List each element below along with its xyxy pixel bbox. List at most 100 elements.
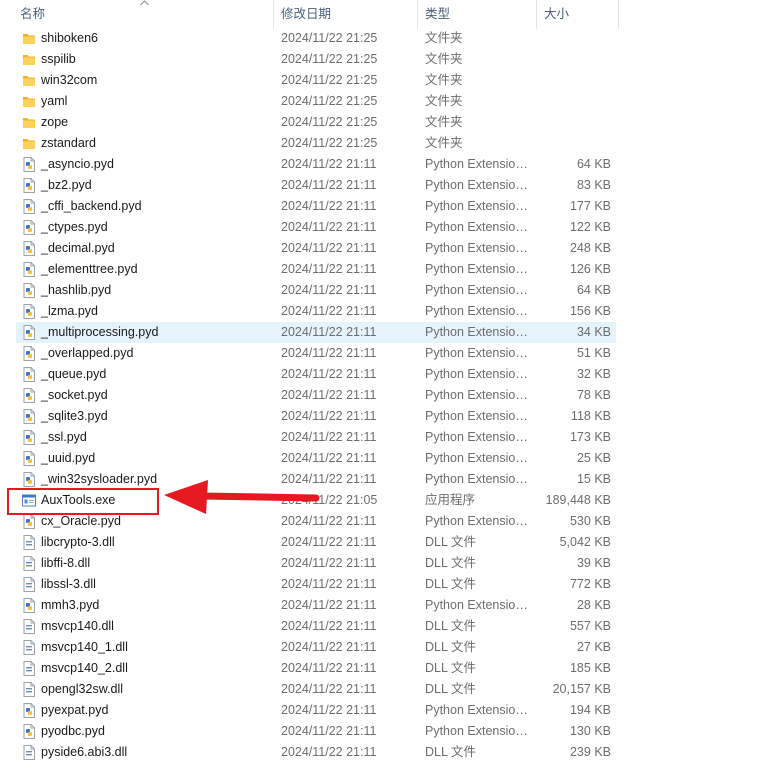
file-name[interactable]: win32com <box>41 70 97 91</box>
file-name[interactable]: pyodbc.pyd <box>41 721 105 742</box>
file-row[interactable]: zstandard 2024/11/22 21:25 文件夹 <box>0 133 762 154</box>
file-type: DLL 文件 <box>425 619 476 633</box>
file-modified-date: 2024/11/22 21:11 <box>281 724 377 738</box>
file-name[interactable]: _elementtree.pyd <box>41 259 138 280</box>
column-divider[interactable] <box>273 0 274 29</box>
file-name[interactable]: msvcp140_1.dll <box>41 637 128 658</box>
file-name[interactable]: pyside6.abi3.dll <box>41 742 127 763</box>
file-name[interactable]: _cffi_backend.pyd <box>41 196 142 217</box>
file-row[interactable]: sspilib 2024/11/22 21:25 文件夹 <box>0 49 762 70</box>
file-row[interactable]: _uuid.pyd 2024/11/22 21:11 Python Extensio… <box>0 448 762 469</box>
file-type: Python Extension Module <box>425 472 528 486</box>
file-size: 28 KB <box>576 598 611 612</box>
file-size: 20,157 KB <box>552 682 611 696</box>
file-type: DLL 文件 <box>425 661 476 675</box>
file-row[interactable]: msvcp140_2.dll 2024/11/22 21:11 DLL 文件 185 … <box>0 658 762 679</box>
file-name[interactable]: sspilib <box>41 49 76 70</box>
dll-file-icon <box>22 661 36 676</box>
file-name[interactable]: zope <box>41 112 68 133</box>
file-name[interactable]: _hashlib.pyd <box>41 280 111 301</box>
file-row[interactable]: msvcp140.dll 2024/11/22 21:11 DLL 文件 557 KB <box>0 616 762 637</box>
file-row[interactable]: _asyncio.pyd 2024/11/22 21:11 Python Exten… <box>0 154 762 175</box>
file-row[interactable]: mmh3.pyd 2024/11/22 21:11 Python Extension… <box>0 595 762 616</box>
file-name[interactable]: mmh3.pyd <box>41 595 99 616</box>
column-divider[interactable] <box>618 0 619 29</box>
file-name[interactable]: _ssl.pyd <box>41 427 87 448</box>
file-row[interactable]: yaml 2024/11/22 21:25 文件夹 <box>0 91 762 112</box>
file-name[interactable]: _overlapped.pyd <box>41 343 133 364</box>
file-row[interactable]: _queue.pyd 2024/11/22 21:11 Python Extensi… <box>0 364 762 385</box>
file-name[interactable]: _ctypes.pyd <box>41 217 108 238</box>
file-row[interactable]: _ssl.pyd 2024/11/22 21:11 Python Extension… <box>0 427 762 448</box>
file-name[interactable]: libcrypto-3.dll <box>41 532 115 553</box>
file-size <box>536 70 611 91</box>
file-name[interactable]: _lzma.pyd <box>41 301 98 322</box>
file-modified-date: 2024/11/22 21:25 <box>281 52 378 66</box>
file-name[interactable]: _socket.pyd <box>41 385 108 406</box>
column-header-size[interactable]: 大小 <box>544 0 616 29</box>
file-row[interactable]: libcrypto-3.dll 2024/11/22 21:11 DLL 文件 5,0… <box>0 532 762 553</box>
file-name[interactable]: _bz2.pyd <box>41 175 92 196</box>
file-row[interactable]: pyside6.abi3.dll 2024/11/22 21:11 DLL 文件 23… <box>0 742 762 763</box>
column-divider[interactable] <box>536 0 537 29</box>
file-row[interactable]: win32com 2024/11/22 21:25 文件夹 <box>0 70 762 91</box>
file-name[interactable]: shiboken6 <box>41 28 98 49</box>
file-name[interactable]: _decimal.pyd <box>41 238 115 259</box>
column-divider[interactable] <box>417 0 418 29</box>
file-row[interactable]: _socket.pyd 2024/11/22 21:11 Python Extens… <box>0 385 762 406</box>
column-header-date[interactable]: 修改日期 <box>281 0 416 29</box>
file-row[interactable]: opengl32sw.dll 2024/11/22 21:11 DLL 文件 20,1… <box>0 679 762 700</box>
column-header-name-label: 名称 <box>20 7 46 21</box>
file-row[interactable]: _ctypes.pyd 2024/11/22 21:11 Python Extens… <box>0 217 762 238</box>
file-name[interactable]: _multiprocessing.pyd <box>41 322 158 343</box>
file-row[interactable]: shiboken6 2024/11/22 21:25 文件夹 <box>0 28 762 49</box>
file-row[interactable]: _overlapped.pyd 2024/11/22 21:11 Python Ex… <box>0 343 762 364</box>
file-size: 118 KB <box>570 409 611 423</box>
file-row[interactable]: _lzma.pyd 2024/11/22 21:11 Python Extensio… <box>0 301 762 322</box>
file-type: Python Extension Module <box>425 199 528 213</box>
file-modified-date: 2024/11/22 21:11 <box>281 556 377 570</box>
file-type: 文件夹 <box>425 115 463 129</box>
file-row[interactable]: msvcp140_1.dll 2024/11/22 21:11 DLL 文件 27 K… <box>0 637 762 658</box>
file-name[interactable]: _queue.pyd <box>41 364 106 385</box>
python-file-icon <box>22 388 36 403</box>
python-file-icon <box>22 220 36 235</box>
dll-file-icon <box>22 745 36 760</box>
dll-file-icon <box>22 619 36 634</box>
file-name[interactable]: libffi-8.dll <box>41 553 90 574</box>
file-row[interactable]: libssl-3.dll 2024/11/22 21:11 DLL 文件 772 KB <box>0 574 762 595</box>
file-row[interactable]: zope 2024/11/22 21:25 文件夹 <box>0 112 762 133</box>
file-name[interactable]: pyexpat.pyd <box>41 700 108 721</box>
file-name[interactable]: _win32sysloader.pyd <box>41 469 157 490</box>
file-row[interactable]: pyodbc.pyd 2024/11/22 21:11 Python Extensi… <box>0 721 762 742</box>
python-file-icon <box>22 178 36 193</box>
file-row[interactable]: _multiprocessing.pyd 2024/11/22 21:11 Pyth… <box>0 322 762 343</box>
file-type: Python Extension Module <box>425 724 528 738</box>
file-name[interactable]: _uuid.pyd <box>41 448 95 469</box>
annotation-arrow-icon <box>164 480 320 514</box>
file-modified-date: 2024/11/22 21:11 <box>281 703 377 717</box>
folder-icon <box>22 31 36 46</box>
file-row[interactable]: _cffi_backend.pyd 2024/11/22 21:11 Python … <box>0 196 762 217</box>
file-row[interactable]: _elementtree.pyd 2024/11/22 21:11 Python E… <box>0 259 762 280</box>
file-name[interactable]: _sqlite3.pyd <box>41 406 108 427</box>
folder-icon <box>22 94 36 109</box>
file-row[interactable]: _hashlib.pyd 2024/11/22 21:11 Python Exten… <box>0 280 762 301</box>
file-name[interactable]: zstandard <box>41 133 96 154</box>
file-name[interactable]: msvcp140.dll <box>41 616 114 637</box>
file-row[interactable]: _decimal.pyd 2024/11/22 21:11 Python Exten… <box>0 238 762 259</box>
file-name[interactable]: msvcp140_2.dll <box>41 658 128 679</box>
file-row[interactable]: _bz2.pyd 2024/11/22 21:11 Python Extension… <box>0 175 762 196</box>
column-header-type[interactable]: 类型 <box>425 0 535 29</box>
file-size: 5,042 KB <box>559 535 611 549</box>
file-name[interactable]: _asyncio.pyd <box>41 154 114 175</box>
file-row[interactable]: _win32sysloader.pyd 2024/11/22 21:11 Pytho… <box>0 469 762 490</box>
file-row[interactable]: _sqlite3.pyd 2024/11/22 21:11 Python Exten… <box>0 406 762 427</box>
file-name[interactable]: libssl-3.dll <box>41 574 96 595</box>
file-row[interactable]: pyexpat.pyd 2024/11/22 21:11 Python Extens… <box>0 700 762 721</box>
file-name[interactable]: yaml <box>41 91 67 112</box>
file-size: 25 KB <box>576 451 611 465</box>
file-row[interactable]: libffi-8.dll 2024/11/22 21:11 DLL 文件 39 KB <box>0 553 762 574</box>
file-name[interactable]: opengl32sw.dll <box>41 679 123 700</box>
python-file-icon <box>22 514 36 529</box>
